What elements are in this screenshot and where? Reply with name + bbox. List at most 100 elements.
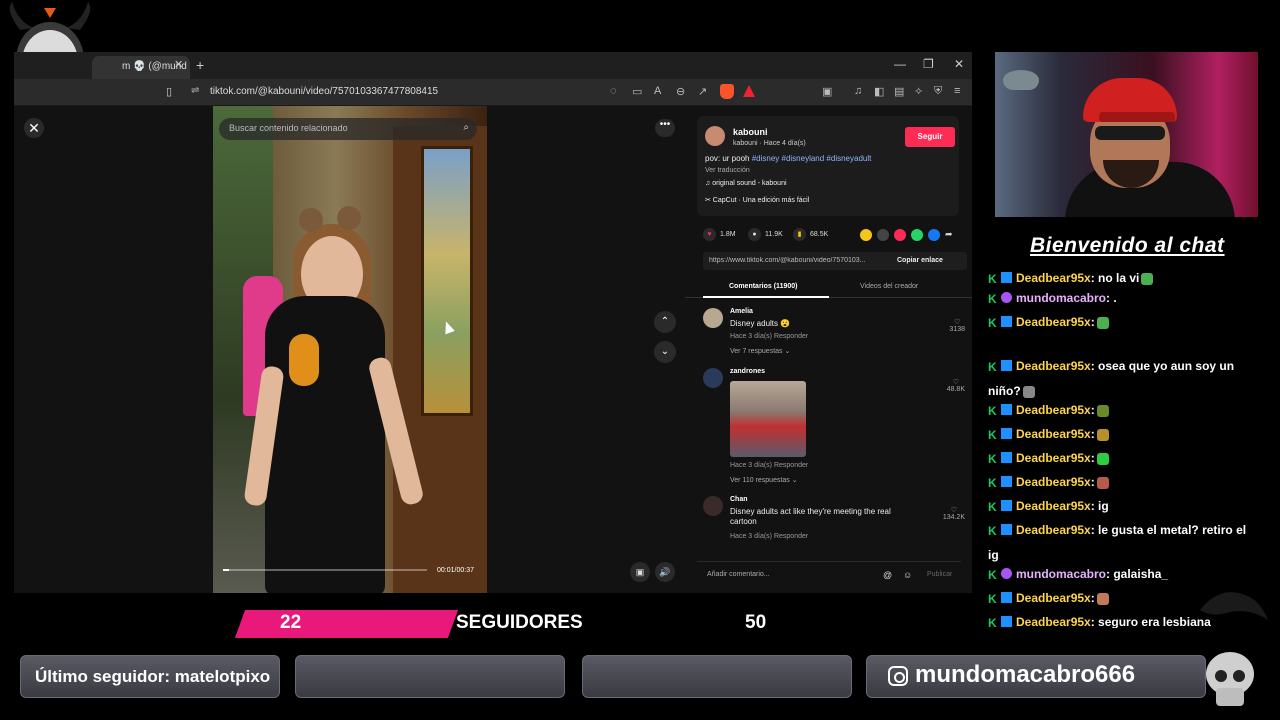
caption-hashtags[interactable]: #disney #disneyland #disneyadult [752, 154, 872, 163]
pip-icon[interactable]: ▣ [630, 562, 650, 582]
chat-message: Kmundomacabro: . [988, 286, 1258, 311]
chat-author[interactable]: Deadbear95x [1016, 403, 1091, 417]
emoji-icon[interactable]: ☺ [903, 570, 912, 580]
brave-rewards-icon[interactable] [743, 85, 755, 97]
chat-author[interactable]: Deadbear95x [1016, 315, 1091, 329]
related-search-input[interactable]: Buscar contenido relacionado ⌕ [219, 118, 477, 140]
new-tab-icon[interactable]: + [196, 57, 204, 73]
leo-icon[interactable]: ✧ [914, 85, 923, 98]
reader-icon[interactable]: ▣ [822, 85, 832, 98]
chat-badges: K [988, 311, 1012, 335]
comment-meta[interactable]: Hace 3 día(s) Responder [730, 533, 808, 540]
emoji-share-icon[interactable] [860, 229, 872, 241]
vpn-icon[interactable]: ⛨ [934, 85, 942, 98]
wallet-icon[interactable]: ▤ [894, 85, 904, 98]
url-field[interactable]: tiktok.com/@kabouni/video/75701033674778… [210, 86, 438, 97]
translate-icon[interactable]: A [654, 85, 661, 97]
like-stat[interactable]: ♥ 1.8M [703, 228, 736, 241]
comment-like[interactable]: ♡ 134.2K [943, 506, 965, 521]
chat-text: : [1090, 315, 1095, 329]
music-icon[interactable]: ♫ [854, 85, 862, 97]
add-comment-bar: Añadir comentario... @ ☺ Publicar [697, 561, 961, 585]
window-close-icon[interactable]: ✕ [954, 57, 964, 71]
commenter-avatar[interactable] [703, 308, 723, 328]
post-caption: pov: ur pooh #disney #disneyland #disney… [705, 154, 871, 163]
capcut-link[interactable]: ✂ CapCut · Una edición más fácil [705, 196, 809, 204]
translate-link[interactable]: Ver traducción [705, 167, 750, 174]
post-info-card: kabouni kabouni · Hace 4 día(s) Seguir p… [697, 116, 959, 216]
bookmark-icon[interactable]: ▯ [166, 85, 172, 98]
comment-like-count: 48.8K [946, 386, 965, 393]
comment-meta[interactable]: Hace 3 día(s) Responder [730, 333, 808, 340]
chat-author[interactable]: mundomacabro [1016, 291, 1106, 305]
view-replies[interactable]: Ver 110 respuestas ⌄ [730, 476, 798, 484]
chat-author[interactable]: Deadbear95x [1016, 427, 1091, 441]
comment-like-count: 134.2K [942, 514, 965, 521]
cast-icon[interactable]: ▭ [632, 85, 642, 98]
chat-message: K Deadbear95x: [988, 398, 1258, 423]
send-icon[interactable] [894, 229, 906, 241]
volume-icon[interactable]: 🔊 [655, 562, 675, 582]
chat-author[interactable]: Deadbear95x [1016, 523, 1091, 537]
comment-image[interactable] [730, 381, 806, 457]
site-settings-icon[interactable]: ⇌ [191, 85, 199, 96]
video-player[interactable]: Buscar contenido relacionado ⌕ 00:01/00:… [213, 106, 487, 593]
kick-badge-icon: K [988, 271, 997, 286]
chat-author[interactable]: Deadbear95x [1016, 451, 1091, 465]
empty-panel [295, 655, 565, 698]
commenter-name[interactable]: zandrones [730, 368, 765, 375]
video-progress-bar[interactable] [223, 569, 427, 571]
comment-like[interactable]: ♡ 3138 [949, 318, 965, 333]
stained-glass [421, 146, 473, 416]
creator-username[interactable]: kabouni [733, 127, 768, 137]
chat-emote-icon [1096, 404, 1109, 417]
comment-stat[interactable]: ● 11.9K [748, 228, 783, 241]
restore-icon[interactable]: ❐ [923, 57, 934, 71]
menu-icon[interactable]: ≡ [954, 85, 960, 97]
commenter-name[interactable]: Chan [730, 496, 748, 503]
chat-author[interactable]: Deadbear95x [1016, 475, 1091, 489]
next-video-icon[interactable]: ⌄ [654, 341, 676, 363]
tab-comments[interactable]: Comentarios (11900) [729, 283, 797, 290]
mention-icon[interactable]: @ [883, 570, 892, 580]
chat-author[interactable]: Deadbear95x [1016, 499, 1091, 513]
more-options-icon[interactable]: ••• [655, 119, 675, 137]
sidebar-icon[interactable]: ◧ [874, 85, 884, 98]
chat-author[interactable]: Deadbear95x [1016, 591, 1091, 605]
video-time: 00:01/00:37 [437, 567, 474, 574]
commenter-avatar[interactable] [703, 368, 723, 388]
copy-link-box: https://www.tiktok.com/@kabouni/video/75… [703, 252, 967, 270]
previous-video-icon[interactable]: ⌃ [654, 311, 676, 333]
share-icon[interactable]: ↗ [698, 85, 707, 98]
post-link[interactable]: https://www.tiktok.com/@kabouni/video/75… [709, 257, 889, 264]
comment-meta[interactable]: Hace 3 día(s) Responder [730, 462, 808, 469]
brave-shield-icon[interactable] [720, 84, 734, 99]
whatsapp-icon[interactable] [911, 229, 923, 241]
zoom-icon[interactable]: ⊖ [676, 85, 685, 98]
commenter-name[interactable]: Amelia [730, 308, 753, 315]
tab-close-icon[interactable]: ✕ [174, 58, 183, 71]
copy-link-button[interactable]: Copiar enlace [897, 257, 943, 264]
commenter-avatar[interactable] [703, 496, 723, 516]
view-replies[interactable]: Ver 7 respuestas ⌄ [730, 347, 790, 355]
close-video-icon[interactable]: ✕ [24, 118, 44, 138]
chat-author[interactable]: Deadbear95x [1016, 359, 1091, 373]
chat-author[interactable]: Deadbear95x [1016, 615, 1091, 628]
follow-button[interactable]: Seguir [905, 127, 955, 147]
sound-link[interactable]: ♫ original sound - kabouni [705, 180, 787, 187]
creator-avatar[interactable] [705, 126, 725, 146]
comment-like[interactable]: ♡ 48.8K [947, 378, 965, 393]
chat-author[interactable]: mundomacabro [1016, 567, 1106, 581]
search-icon[interactable]: ⌕ [463, 122, 469, 133]
save-stat[interactable]: ▮ 68.5K [793, 228, 828, 241]
share-arrow-icon[interactable]: ➦ [945, 229, 957, 241]
minimize-icon[interactable]: — [894, 57, 906, 71]
facebook-icon[interactable] [928, 229, 940, 241]
embed-icon[interactable] [877, 229, 889, 241]
tab-creator-videos[interactable]: Videos del creador [860, 283, 918, 290]
no-media-icon[interactable]: ◌ [610, 85, 617, 97]
publish-button[interactable]: Publicar [927, 571, 952, 578]
add-comment-input[interactable]: Añadir comentario... [707, 571, 770, 578]
chat-author[interactable]: Deadbear95x [1016, 271, 1091, 285]
comment-item: zandrones Hace 3 día(s) Responder Ver 11… [703, 368, 965, 488]
